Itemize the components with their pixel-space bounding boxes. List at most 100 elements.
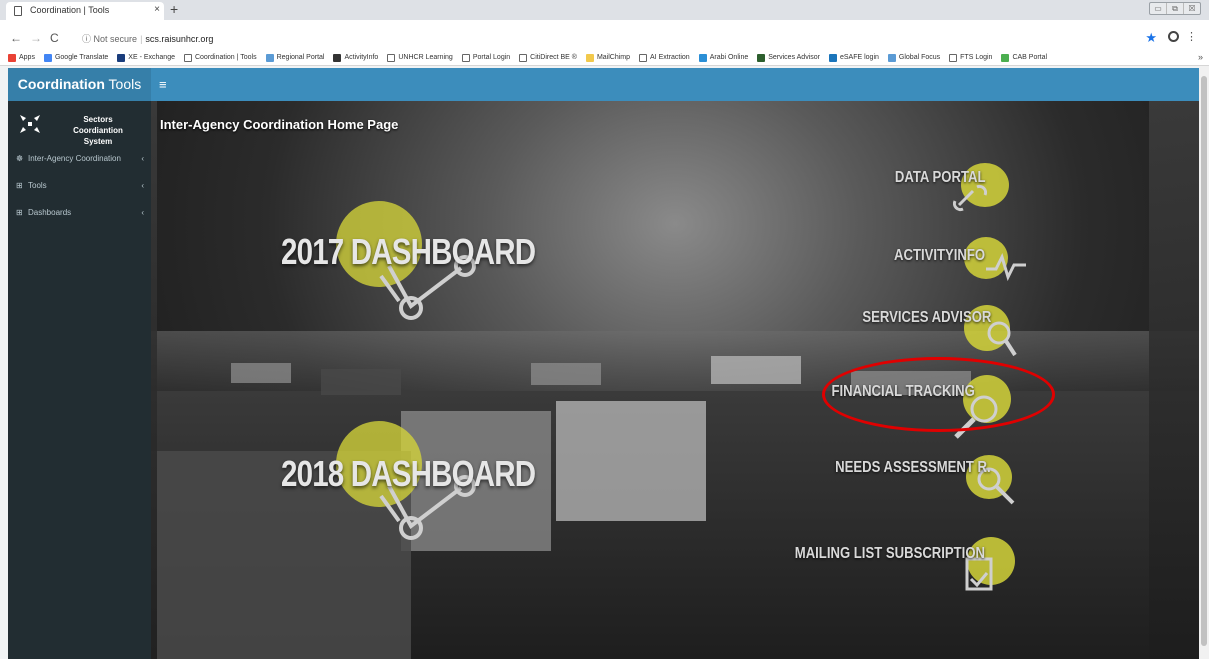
bookmark-favicon-icon (461, 53, 470, 62)
bookmarks-overflow-icon[interactable]: » (1198, 52, 1203, 62)
dashboard-2017-button[interactable]: 2017 DASHBOARD (281, 201, 536, 331)
highlight-annotation-ring (822, 357, 1055, 432)
tab-close-icon[interactable]: × (154, 4, 160, 15)
bookmark-item[interactable]: ActivityInfo (333, 53, 379, 62)
mailing-list-subscription-link[interactable]: MAILING LIST SUBSCRIPTION (771, 533, 1041, 603)
url-field[interactable]: ⓘ Not secure | scs.raisunhcr.org (82, 32, 213, 45)
brand-logo[interactable]: Coordination Tools (8, 68, 151, 101)
bookmark-item[interactable]: Coordination | Tools (183, 53, 257, 62)
main-content: Inter-Agency Coordination Home Page 2017… (151, 101, 1199, 659)
activity-icon (986, 252, 1026, 281)
services-advisor-link[interactable]: SERVICES ADVISOR (831, 301, 1031, 361)
bookmark-item[interactable]: CitiDirect BE ® (519, 53, 577, 62)
camp-shelter (321, 369, 401, 395)
bookmark-label: CitiDirect BE ® (530, 54, 577, 61)
link-label: DATA PORTAL (894, 169, 985, 186)
data-portal-link[interactable]: DATA PORTAL (851, 161, 1021, 221)
bookmark-item[interactable]: Services Advisor (757, 53, 820, 62)
bookmark-label: XE - Exchange (128, 54, 175, 61)
dashboard-icon: ☸ (16, 153, 24, 163)
bookmark-item[interactable]: Portal Login (461, 53, 510, 62)
dashboards-icon: ⊞ (16, 207, 23, 217)
chevron-left-icon: ‹ (141, 207, 144, 217)
top-navbar: ≡ (151, 68, 1199, 101)
sidebar: Sectors Coordiantion System ☸ Inter-Agen… (8, 101, 151, 659)
bookmark-favicon-icon (43, 53, 52, 62)
restore-button[interactable]: ⧉ (1167, 3, 1184, 14)
bookmark-favicon-icon (639, 53, 648, 62)
bookmark-favicon-icon (265, 53, 274, 62)
brand-suffix: Tools (104, 76, 142, 92)
bookmark-favicon-icon (183, 53, 192, 62)
bookmark-favicon-icon (387, 53, 396, 62)
minimize-button[interactable]: ▭ (1150, 3, 1167, 14)
sidebar-item-label: Tools (28, 180, 47, 190)
brand-name: Coordination (17, 76, 105, 92)
tools-icon: ⊞ (16, 180, 23, 190)
bookmark-star-icon[interactable]: ★ (1145, 30, 1157, 46)
bookmark-item[interactable]: Google Translate (43, 53, 108, 62)
forward-icon[interactable]: → (30, 31, 42, 45)
bookmark-item[interactable]: Global Focus (887, 53, 941, 62)
info-icon[interactable]: ⓘ (82, 34, 91, 44)
dashboard-label: 2018 DASHBOARD (281, 453, 536, 494)
bookmark-item[interactable]: AI Extraction (639, 53, 690, 62)
bookmark-item[interactable]: eSAFE login (828, 53, 879, 62)
sidebar-item-inter-agency-coordination[interactable]: ☸ Inter-Agency Coordination ‹ (16, 151, 144, 165)
browser-tabstrip: Coordination | Tools × + ▭ ⧉ ☒ (0, 0, 1209, 20)
activityinfo-link[interactable]: ACTIVITYINFO (851, 237, 1041, 287)
address-bar: ← → C ⓘ Not secure | scs.raisunhcr.org ★ ⋮ (0, 20, 1209, 50)
camp-shelter (231, 363, 291, 383)
system-title: Sectors Coordiantion System (73, 115, 123, 146)
back-icon[interactable]: ← (10, 31, 22, 45)
link-label: NEEDS ASSESSMENT R. (835, 459, 991, 476)
scrollbar-thumb[interactable] (1201, 76, 1207, 646)
bookmark-label: eSAFE login (839, 54, 879, 61)
bookmark-favicon-icon (117, 53, 126, 62)
bookmark-label: Arabi Online (709, 54, 749, 61)
url-separator: | (140, 34, 143, 44)
bookmark-item[interactable]: Regional Portal (265, 53, 325, 62)
sidebar-item-label: Dashboards (28, 207, 72, 217)
close-window-button[interactable]: ☒ (1184, 3, 1200, 14)
bookmark-item[interactable]: Apps (8, 53, 35, 62)
bookmark-label: ActivityInfo (344, 54, 379, 61)
bookmark-label: Regional Portal (276, 54, 325, 61)
sidebar-item-dashboards[interactable]: ⊞ Dashboards ‹ (16, 205, 144, 219)
needs-assessment-link[interactable]: NEEDS ASSESSMENT R. (811, 451, 1031, 511)
account-icon[interactable] (1168, 31, 1179, 42)
system-header[interactable]: Sectors Coordiantion System (16, 111, 146, 146)
new-tab-button[interactable]: + (170, 1, 178, 17)
bookmark-item[interactable]: XE - Exchange (117, 53, 175, 62)
browser-tab[interactable]: Coordination | Tools × (6, 2, 164, 20)
bookmark-item[interactable]: FTS Login (949, 53, 992, 62)
link-label: ACTIVITYINFO (893, 247, 985, 264)
bookmark-favicon-icon (757, 53, 766, 62)
bookmark-item[interactable]: CAB Portal (1001, 53, 1047, 62)
menu-kebab-icon[interactable]: ⋮ (1186, 30, 1197, 43)
security-label: Not secure (93, 34, 138, 44)
dashboard-2018-button[interactable]: 2018 DASHBOARD (281, 421, 536, 551)
page-scrollbar[interactable] (1199, 66, 1209, 659)
bookmark-label: Apps (19, 54, 35, 61)
bookmark-label: Services Advisor (768, 54, 820, 61)
dashboard-label: 2017 DASHBOARD (281, 231, 536, 272)
bookmarks-bar: Apps Google Translate XE - Exchange Coordin… (0, 50, 1209, 66)
left-image-strip (151, 101, 157, 659)
chevron-left-icon: ‹ (141, 153, 144, 163)
bookmark-favicon-icon (585, 53, 594, 62)
reload-icon[interactable]: C (50, 31, 59, 45)
camp-shelter (531, 363, 601, 385)
link-icon (952, 184, 988, 212)
bookmark-item[interactable]: Arabi Online (698, 53, 749, 62)
bookmark-item[interactable]: UNHCR Learning (387, 53, 453, 62)
system-logo-icon (20, 115, 40, 133)
chevron-left-icon: ‹ (141, 180, 144, 190)
url-text: scs.raisunhcr.org (145, 34, 214, 44)
bookmark-item[interactable]: MailChimp (585, 53, 630, 62)
page-icon (14, 6, 22, 16)
hamburger-menu-icon[interactable]: ≡ (159, 77, 167, 92)
sidebar-item-tools[interactable]: ⊞ Tools ‹ (16, 178, 144, 192)
bookmark-favicon-icon (698, 53, 707, 62)
bookmark-label: Global Focus (898, 54, 941, 61)
